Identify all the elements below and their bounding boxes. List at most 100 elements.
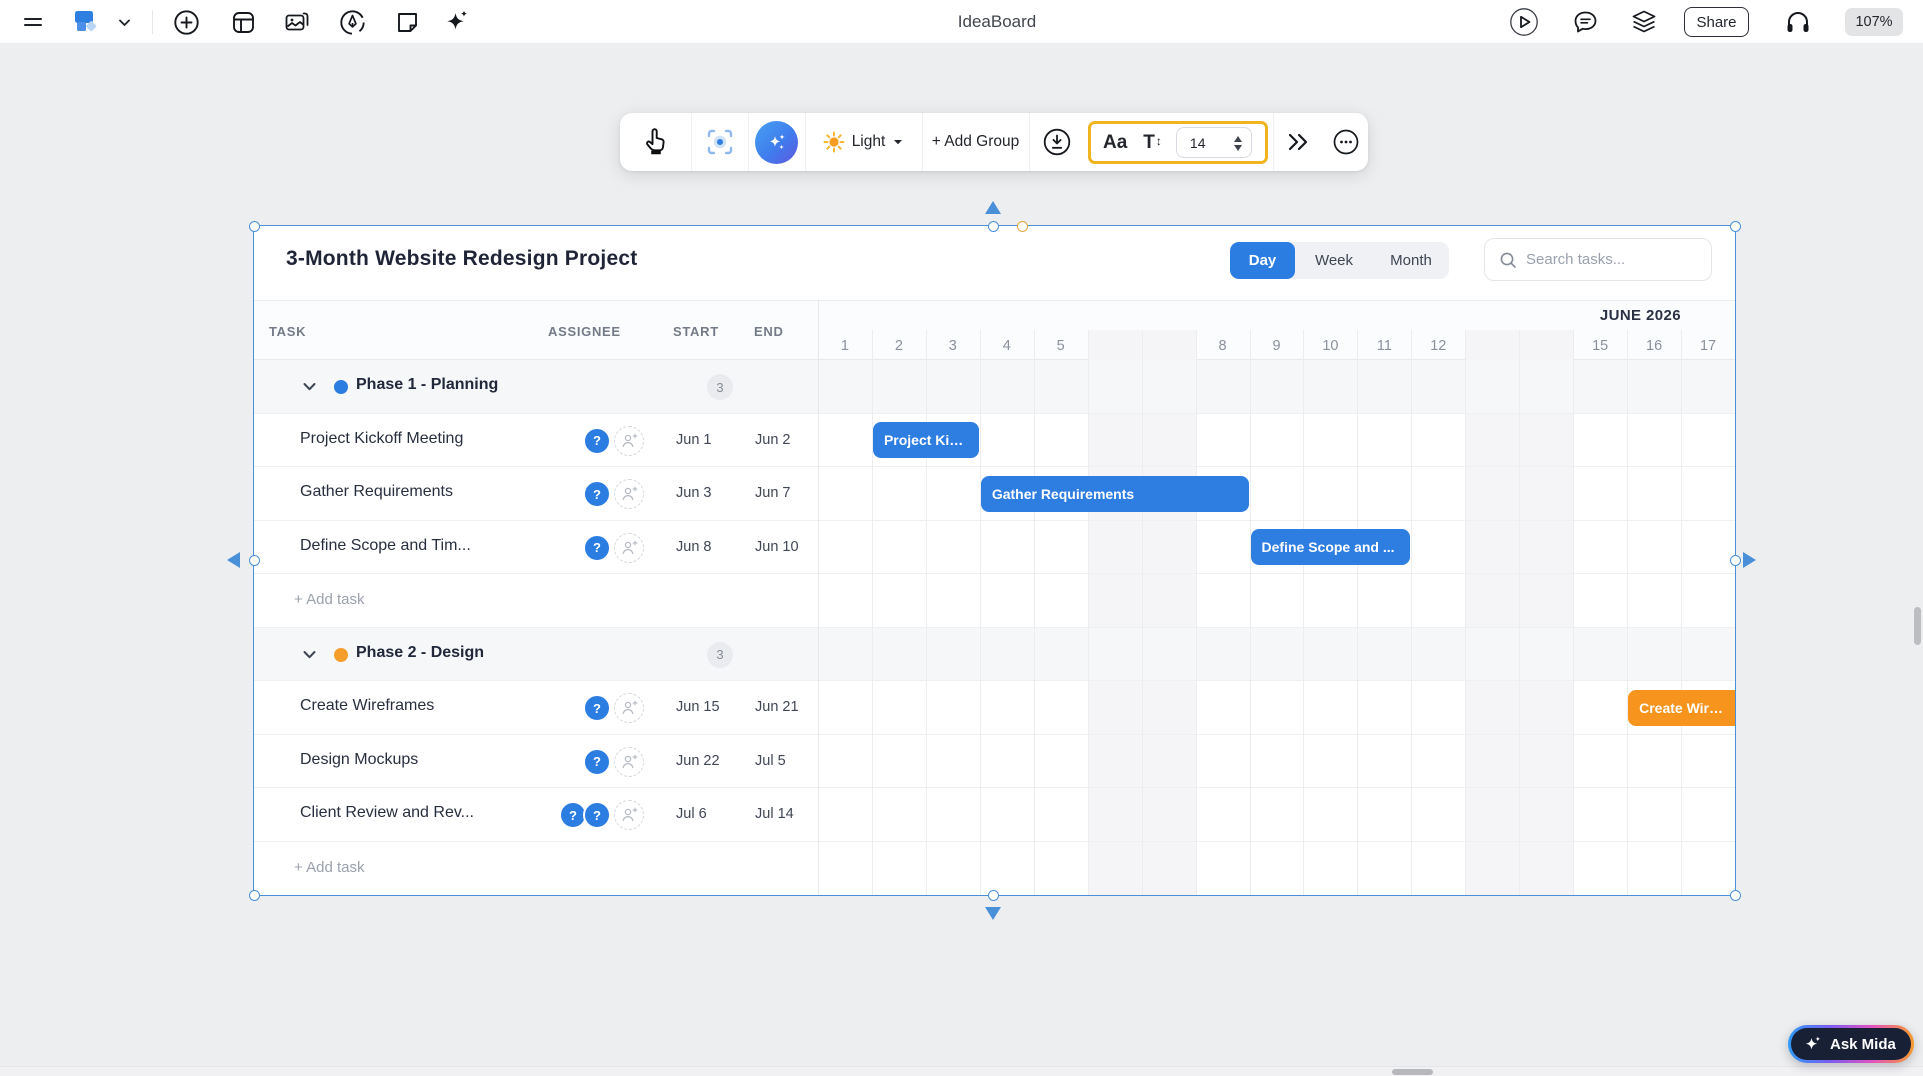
share-button[interactable]: Share (1684, 7, 1749, 37)
add-assignee-button[interactable] (614, 533, 644, 563)
add-assignee-button[interactable] (614, 426, 644, 456)
tab-month[interactable]: Month (1373, 242, 1449, 279)
app-title: IdeaBoard (958, 0, 1036, 44)
add-task-button[interactable]: + Add task (294, 859, 364, 876)
extend-left-arrow[interactable] (227, 552, 240, 568)
collapse-chevron-icon[interactable] (302, 648, 317, 662)
font-family-button[interactable]: Aa (1103, 132, 1127, 154)
gantt-bar[interactable]: Project Kic... (873, 422, 979, 458)
layers-button[interactable] (1628, 0, 1660, 44)
font-size-input[interactable]: 14 (1176, 127, 1252, 158)
task-name: Define Scope and Tim... (300, 537, 471, 555)
horizontal-scrollbar-thumb[interactable] (1392, 1069, 1433, 1075)
add-group-button[interactable]: + Add Group (922, 113, 1029, 171)
layers-icon (1630, 8, 1658, 36)
column-end: END (754, 301, 784, 361)
collapse-toolbar-button[interactable] (1273, 113, 1323, 171)
draw-tool-button[interactable] (337, 0, 367, 44)
share-label: Share (1696, 14, 1736, 31)
search-input[interactable] (1526, 251, 1696, 268)
resize-handle-top-left[interactable] (249, 221, 260, 232)
sparkles-icon (765, 130, 789, 154)
more-options-button[interactable] (1323, 113, 1368, 171)
assignee-avatar[interactable]: ? (583, 534, 611, 562)
add-assignee-button[interactable] (614, 479, 644, 509)
ellipsis-circle-icon (1332, 128, 1360, 156)
assignee-avatar[interactable]: ? (583, 694, 611, 722)
comments-button[interactable] (1570, 0, 1600, 44)
task-name: Design Mockups (300, 751, 418, 769)
extend-right-arrow[interactable] (1743, 552, 1756, 568)
tab-month-label: Month (1390, 252, 1432, 269)
stepper-down-icon[interactable] (1234, 145, 1242, 151)
focus-tool-button[interactable] (691, 113, 748, 171)
assignee-avatar[interactable]: ? (583, 801, 611, 829)
board-logo[interactable] (70, 0, 102, 44)
resize-handle-top-right[interactable] (1730, 221, 1741, 232)
play-icon (1509, 7, 1539, 37)
font-size-stepper[interactable] (1234, 128, 1242, 159)
sticky-note-button[interactable] (392, 0, 422, 44)
theme-dropdown[interactable]: Light (805, 113, 922, 171)
resize-handle-bottom-center[interactable] (988, 890, 999, 901)
focus-scan-icon (705, 127, 735, 157)
person-add-icon (620, 806, 638, 824)
ai-assist-button[interactable] (748, 113, 805, 171)
font-size-icon-button[interactable]: T↕ (1143, 132, 1162, 154)
select-tool-button[interactable] (620, 113, 691, 171)
task-name: Create Wireframes (300, 697, 434, 715)
top-app-bar: IdeaBoard Share 107% (0, 0, 1923, 44)
zoom-level-button[interactable]: 107% (1845, 8, 1903, 36)
gantt-bar[interactable]: Gather Requirements (981, 476, 1249, 512)
task-end-date: Jun 10 (755, 539, 799, 555)
group-color-dot (334, 380, 348, 394)
vertical-scrollbar-thumb[interactable] (1914, 607, 1921, 645)
add-task-button[interactable]: + Add task (294, 591, 364, 608)
tab-day[interactable]: Day (1230, 242, 1295, 279)
tab-week[interactable]: Week (1295, 242, 1373, 279)
board-switcher-button[interactable] (114, 0, 134, 44)
font-size-t: T (1143, 132, 1155, 154)
person-add-icon (620, 753, 638, 771)
resize-handle-mid-right[interactable] (1730, 555, 1741, 566)
task-search (1484, 238, 1712, 281)
ai-sparkle-circle (755, 121, 798, 164)
gantt-chart-widget[interactable]: 3-Month Website Redesign Project Day Wee… (254, 226, 1735, 895)
resize-handle-mid-left[interactable] (249, 555, 260, 566)
resize-handle-bottom-left[interactable] (249, 890, 260, 901)
audio-button[interactable] (1782, 0, 1814, 44)
assignee-avatar[interactable]: ? (583, 748, 611, 776)
add-assignee-button[interactable] (614, 747, 644, 777)
add-assignee-button[interactable] (614, 693, 644, 723)
extend-down-arrow[interactable] (985, 907, 1001, 920)
export-button[interactable] (1029, 113, 1084, 171)
collapse-chevron-icon[interactable] (302, 380, 317, 394)
adjust-handle-top[interactable] (1017, 221, 1028, 232)
gantt-bar[interactable]: Create Wirefra (1628, 690, 1735, 726)
assignee-avatar[interactable]: ? (583, 427, 611, 455)
search-icon (1499, 251, 1517, 269)
main-menu-button[interactable] (20, 0, 46, 44)
resize-handle-bottom-right[interactable] (1730, 890, 1741, 901)
add-group-label: + Add Group (932, 133, 1019, 151)
ask-mida-button[interactable]: Ask Mida (1788, 1025, 1914, 1063)
present-button[interactable] (1508, 0, 1540, 44)
resize-handle-top-center[interactable] (988, 221, 999, 232)
layout-tool-button[interactable] (228, 0, 258, 44)
hamburger-icon (22, 11, 44, 33)
gantt-body: Phase 1 - Planning 3 Project Kickoff Mee… (254, 360, 1735, 895)
ai-tools-button[interactable] (441, 0, 473, 44)
font-controls-highlight: Aa T↕ 14 (1088, 121, 1268, 164)
horizontal-scrollbar[interactable] (0, 1066, 1923, 1076)
group-task-count: 3 (707, 374, 733, 400)
media-tool-button[interactable] (282, 0, 312, 44)
column-start: START (673, 301, 719, 361)
tab-week-label: Week (1315, 252, 1353, 269)
extend-up-arrow[interactable] (985, 201, 1001, 214)
headphones-icon (1784, 8, 1812, 36)
assignee-avatar[interactable]: ? (583, 480, 611, 508)
add-element-button[interactable] (171, 0, 201, 44)
gantt-bar[interactable]: Define Scope and ... (1251, 529, 1411, 565)
stepper-up-icon[interactable] (1234, 136, 1242, 142)
add-assignee-button[interactable] (614, 800, 644, 830)
